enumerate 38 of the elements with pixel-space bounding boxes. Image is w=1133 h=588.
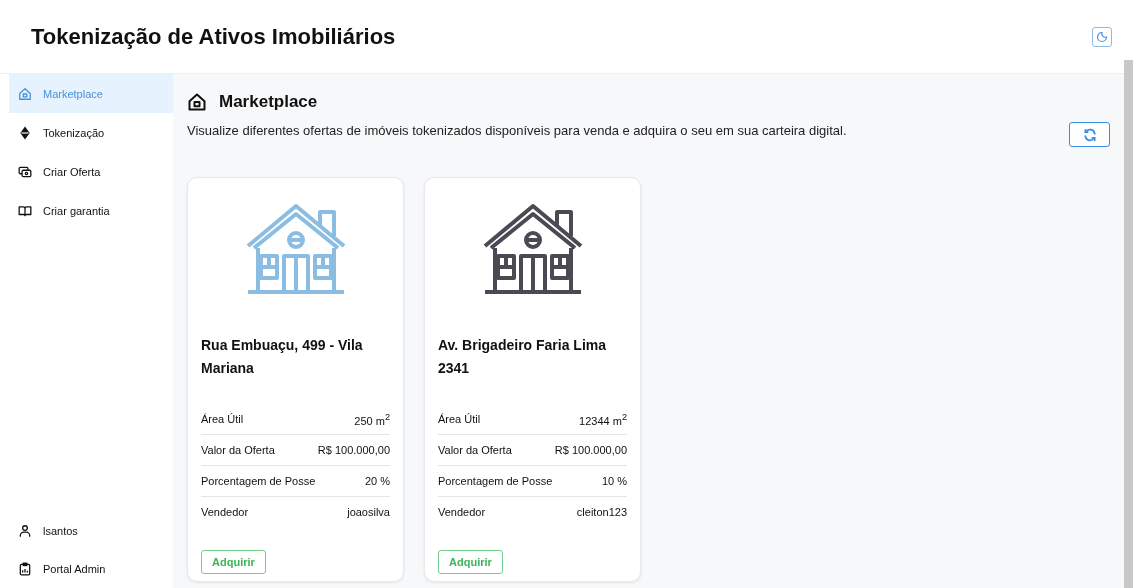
cards-icon (18, 164, 32, 179)
sidebar-item[interactable]: Portal Admin (9, 550, 173, 588)
page-description: Visualize diferentes ofertas de imóveis tokenizados disponíveis para venda e adquira o seu em sua carteira digital. (187, 122, 847, 140)
sidebar-item[interactable]: lsantos (9, 512, 173, 550)
sidebar-item[interactable]: Tokenização (9, 113, 173, 152)
book-icon (18, 203, 32, 218)
refresh-button[interactable] (1069, 122, 1110, 147)
moon-icon (1096, 30, 1108, 43)
detail-value: R$ 100.000,00 (317, 444, 390, 456)
clipboard-chart-icon (18, 562, 32, 576)
theme-toggle-button[interactable] (1092, 26, 1112, 47)
detail-value: 250 m$^{2}$ (354, 411, 390, 427)
detail-label: Área Útil (438, 413, 481, 425)
page-title: Marketplace (219, 92, 318, 112)
detail-value: 20 % (364, 475, 390, 487)
sidebar-item[interactable]: Criar garantia (9, 191, 173, 230)
detail-label: Valor da Oferta (438, 444, 512, 456)
detail-label: Vendedor (438, 506, 486, 518)
property-address: Av. Brigadeiro Faria Lima 2341 (438, 336, 608, 378)
detail-value: cleiton123 (576, 506, 627, 518)
home-icon (187, 92, 207, 112)
detail-value: 10 % (601, 475, 627, 487)
detail-value: R$ 100.000,00 (554, 444, 627, 456)
diamond-icon (18, 125, 32, 140)
detail-label: Porcentagem de Posse (201, 475, 316, 487)
detail-label: Porcentagem de Posse (438, 475, 553, 487)
detail-value: joaosilva (347, 506, 390, 518)
detail-label: Área Útil (201, 413, 244, 425)
refresh-icon (1082, 127, 1097, 142)
detail-label: Vendedor (201, 506, 249, 518)
detail-label: Valor da Oferta (201, 444, 275, 456)
scrollbar[interactable] (1124, 60, 1133, 588)
property-address: Rua Embuaçu, 499 - Vila Mariana (201, 336, 364, 378)
detail-value: 12344 m$^{2}$ (579, 411, 627, 427)
app-title: Tokenização de Ativos Imobiliários (31, 23, 396, 50)
user-icon (18, 524, 32, 538)
home-icon (18, 86, 32, 101)
sidebar-item[interactable]: Criar Oferta (9, 152, 173, 191)
